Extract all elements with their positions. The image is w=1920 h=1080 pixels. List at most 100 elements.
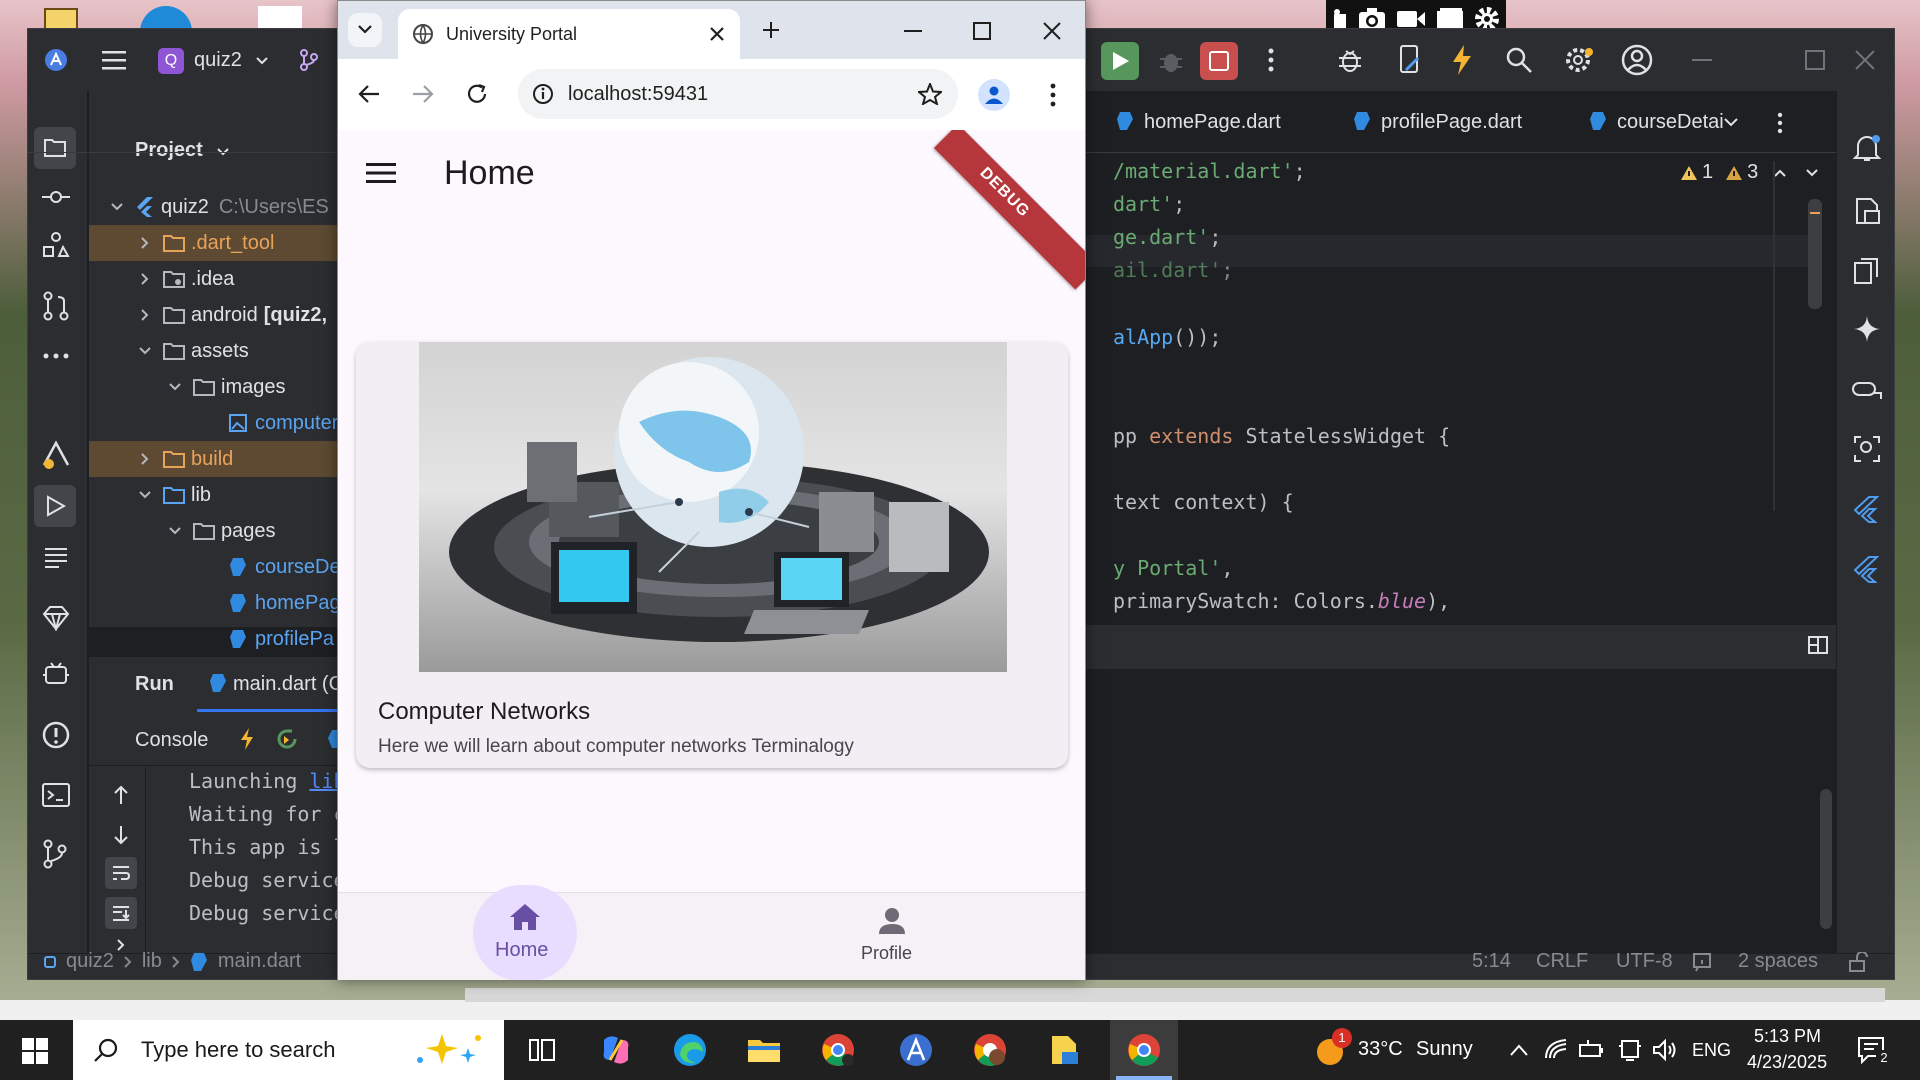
git-icon[interactable] <box>42 839 68 869</box>
structure-icon[interactable] <box>42 231 70 259</box>
weather-condition[interactable]: Sunny <box>1416 1038 1473 1061</box>
minimize-icon[interactable] <box>904 30 922 32</box>
more-options-icon[interactable] <box>1777 112 1783 134</box>
network-display-icon[interactable] <box>1618 1038 1642 1062</box>
main-menu-icon[interactable] <box>102 49 126 71</box>
browser-tab-active[interactable]: University Portal <box>398 9 740 59</box>
gemini-icon[interactable] <box>1853 315 1881 343</box>
horizontal-scrollbar[interactable] <box>465 988 1885 1002</box>
console-tab[interactable]: Console <box>135 729 208 752</box>
close-icon[interactable] <box>1855 50 1875 70</box>
drawer-menu-icon[interactable] <box>366 162 396 184</box>
layout-inspector-icon[interactable] <box>1853 435 1881 463</box>
attach-debugger-icon[interactable] <box>1336 46 1364 74</box>
maximize-icon[interactable] <box>1805 50 1825 70</box>
chevron-down-icon[interactable] <box>169 527 181 535</box>
file-encoding[interactable]: UTF-8 <box>1616 950 1673 973</box>
chevron-down-icon[interactable] <box>111 203 123 211</box>
flutter-inspector-icon[interactable] <box>40 439 72 471</box>
nav-item-home[interactable]: Home <box>473 885 577 980</box>
new-tab-icon[interactable] <box>762 21 780 39</box>
vcs-branch-icon[interactable] <box>300 49 318 71</box>
settings-icon[interactable] <box>1563 44 1595 76</box>
chevron-up-icon[interactable] <box>1774 169 1786 177</box>
clock-date[interactable]: 4/23/2025 <box>1747 1052 1827 1073</box>
wifi-icon[interactable] <box>1544 1038 1568 1060</box>
chrome-user-icon[interactable] <box>970 1030 1010 1070</box>
soft-wrap-button[interactable] <box>105 857 137 889</box>
logcat-icon[interactable] <box>44 547 68 569</box>
account-icon[interactable] <box>1621 44 1653 76</box>
chevron-right-icon[interactable] <box>141 453 149 465</box>
run-tool-button[interactable] <box>34 485 76 527</box>
breadcrumb-item[interactable]: quiz2 <box>66 950 114 973</box>
weather-temp[interactable]: 33°C <box>1358 1038 1403 1061</box>
stop-button[interactable] <box>1200 42 1238 80</box>
editor-tab-coursedetail[interactable]: courseDetai <box>1617 111 1724 134</box>
battery-icon[interactable] <box>1578 1038 1606 1062</box>
scroll-to-end-button[interactable] <box>105 897 137 929</box>
caret-position[interactable]: 5:14 <box>1472 950 1511 973</box>
problems-icon[interactable] <box>42 721 70 749</box>
debug-icon[interactable] <box>1158 48 1184 74</box>
search-icon[interactable] <box>1505 46 1533 74</box>
input-language[interactable]: ENG <box>1692 1040 1731 1061</box>
bookmark-star-icon[interactable] <box>918 83 942 105</box>
volume-icon[interactable] <box>1652 1038 1678 1062</box>
device-manager-icon[interactable] <box>1398 44 1422 76</box>
terminal-icon[interactable] <box>42 783 70 807</box>
line-ending[interactable]: CRLF <box>1536 950 1588 973</box>
arrow-up-icon[interactable] <box>113 785 129 805</box>
clock-time[interactable]: 5:13 PM <box>1754 1026 1821 1047</box>
forward-icon[interactable] <box>412 84 434 104</box>
edge-icon[interactable] <box>670 1030 710 1070</box>
app-inspection-icon[interactable] <box>42 661 70 687</box>
chevron-right-icon[interactable] <box>141 309 149 321</box>
maximize-icon[interactable] <box>973 22 991 40</box>
address-bar[interactable]: localhost:59431 <box>518 69 958 119</box>
weather-widget-icon[interactable]: 1 <box>1312 1028 1352 1070</box>
run-config-tab[interactable]: main.dart (Ch <box>233 673 354 696</box>
editor-scrollbar[interactable] <box>1808 199 1822 309</box>
chevron-right-icon[interactable] <box>141 273 149 285</box>
windows-start-icon[interactable] <box>22 1038 48 1064</box>
run-button[interactable] <box>1101 42 1139 80</box>
notification-center[interactable]: 2 <box>1856 1034 1892 1068</box>
chrome-icon[interactable] <box>1124 1030 1164 1070</box>
commit-icon[interactable] <box>42 189 70 205</box>
console-scrollbar[interactable] <box>1820 789 1832 929</box>
taskbar-search-box[interactable]: Type here to search <box>73 1020 504 1080</box>
close-icon[interactable] <box>1043 22 1061 40</box>
chevron-down-icon[interactable] <box>256 57 268 65</box>
course-card[interactable]: Computer Networks Here we will learn abo… <box>356 342 1068 768</box>
video-icon[interactable] <box>1396 8 1426 30</box>
close-tab-icon[interactable] <box>710 27 724 41</box>
inspection-widget[interactable]: 1 3 <box>1680 161 1818 184</box>
run-tab[interactable]: Run <box>135 673 174 696</box>
device-file-explorer-icon[interactable] <box>1853 197 1881 225</box>
sticky-files-icon[interactable] <box>1044 1030 1084 1070</box>
breadcrumb-item[interactable]: lib <box>142 950 162 973</box>
link-icon[interactable] <box>1851 379 1883 401</box>
chrome-menu-icon[interactable] <box>1050 83 1056 107</box>
lock-icon[interactable] <box>1848 952 1868 972</box>
chevron-down-icon[interactable] <box>139 491 151 499</box>
layout-icon[interactable] <box>1808 636 1828 654</box>
chevron-right-icon[interactable] <box>141 237 149 249</box>
pull-requests-icon[interactable] <box>42 291 70 321</box>
hot-reload-icon[interactable] <box>1450 44 1474 76</box>
more-actions-icon[interactable] <box>1268 47 1274 73</box>
breadcrumb-item[interactable]: main.dart <box>218 950 301 973</box>
flutter-performance-icon[interactable] <box>1853 555 1879 583</box>
project-name[interactable]: quiz2 <box>194 49 242 72</box>
hot-reload-icon[interactable] <box>239 727 255 751</box>
hot-restart-icon[interactable] <box>275 727 299 751</box>
file-explorer-icon[interactable] <box>744 1030 784 1070</box>
arrow-down-icon[interactable] <box>113 825 129 845</box>
app-quality-icon[interactable] <box>42 605 70 631</box>
back-icon[interactable] <box>358 84 380 104</box>
more-tools-icon[interactable] <box>42 353 70 359</box>
editor-tab-profilepage[interactable]: profilePage.dart <box>1381 111 1522 134</box>
copilot-icon[interactable] <box>596 1030 636 1070</box>
edit-icon[interactable] <box>1331 8 1349 30</box>
